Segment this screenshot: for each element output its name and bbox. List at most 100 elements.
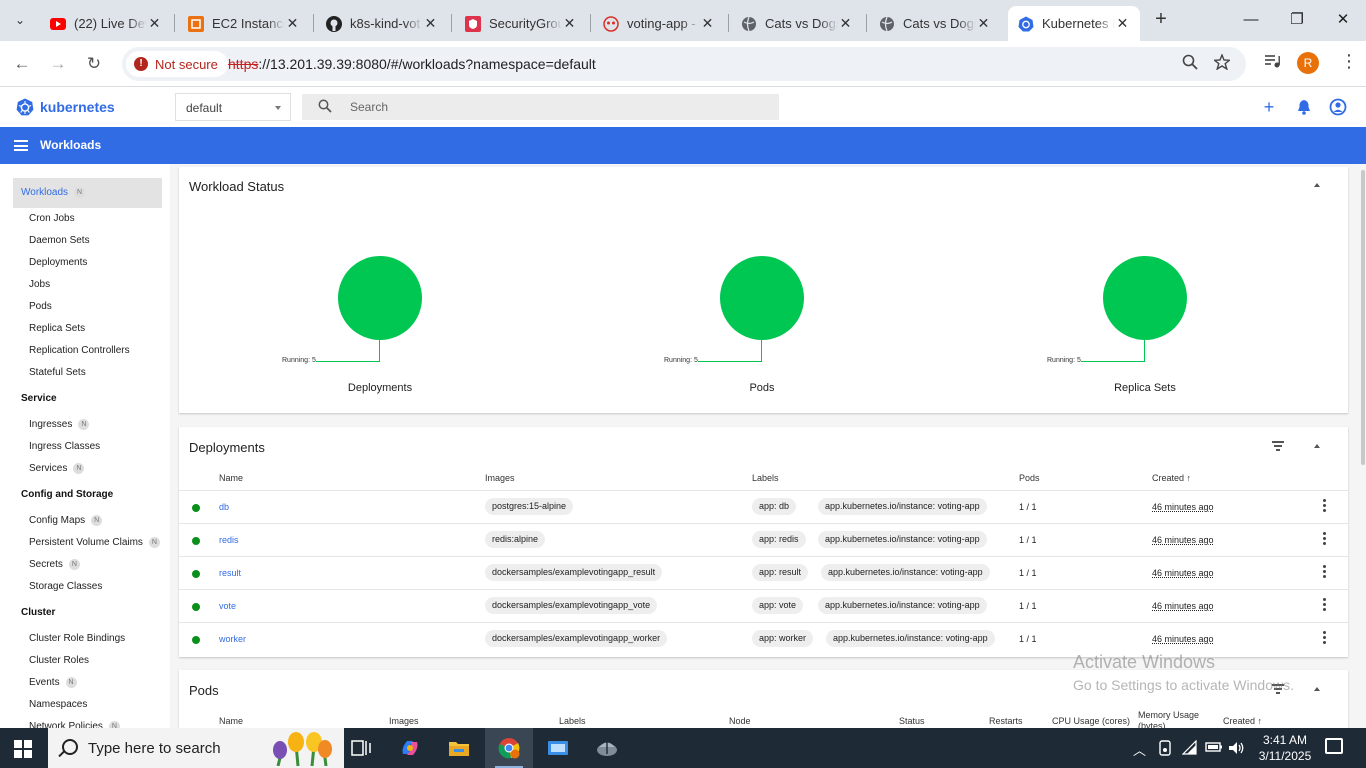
sidebar-item-replica-sets[interactable]: Replica Sets [29,323,85,334]
column-header-name[interactable]: Name [219,473,243,483]
sidebar-item-services[interactable]: Services N [29,463,85,474]
sidebar-item-secrets[interactable]: Secrets N [29,559,80,570]
sidebar-item-deployments[interactable]: Deployments [29,257,87,268]
deployments-status-chart[interactable]: Running: 5 Deployments [254,167,494,397]
deployment-name-link[interactable]: vote [219,601,236,611]
close-tab-icon[interactable]: ✕ [1115,15,1130,32]
forward-icon[interactable]: → [45,51,71,77]
notification-center-icon[interactable] [1325,738,1343,754]
row-actions-icon[interactable] [1322,499,1326,513]
hamburger-menu-icon[interactable] [14,140,28,151]
sidebar-item-cluster[interactable]: Cluster [21,607,55,618]
create-resource-icon[interactable]: + [1260,97,1278,117]
column-header-name[interactable]: Name [219,716,243,726]
collapse-icon[interactable] [1313,441,1323,451]
minimize-window-button[interactable]: — [1228,6,1274,34]
sidebar-item-daemon-sets[interactable]: Daemon Sets [29,235,90,246]
browser-tab-5[interactable]: voting-app - ✕ [593,6,725,41]
table-row[interactable]: db postgres:15-alpine app: db app.kubernete… [179,490,1348,523]
table-row[interactable]: worker dockersamples/examplevotingapp_wor… [179,622,1348,655]
sidebar-item-cluster-roles[interactable]: Cluster Roles [29,655,89,666]
close-tab-icon[interactable]: ✕ [285,15,300,32]
sidebar-item-persistent-volume-claims[interactable]: Persistent Volume Claims N [29,537,160,548]
search-input[interactable] [350,98,750,116]
sidebar-item-jobs[interactable]: Jobs [29,279,50,290]
sidebar-item-service[interactable]: Service [21,393,57,404]
pods-status-chart[interactable]: Running: 5 Pods [636,167,876,397]
browser-tab-3[interactable]: k8s-kind-vot ✕ [316,6,448,41]
filter-icon[interactable] [1272,441,1286,451]
battery-icon[interactable] [1205,740,1223,754]
table-row[interactable]: redis redis:alpine app: redis app.kubernete… [179,523,1348,556]
file-explorer-icon[interactable] [435,728,483,768]
remote-desktop-icon[interactable] [534,728,582,768]
close-tab-icon[interactable]: ✕ [838,15,853,32]
meet-now-icon[interactable] [1158,740,1172,756]
column-header-created[interactable]: Created ↑ [1223,716,1262,726]
url-text[interactable]: https://13.201.39.39:8080/#/workloads?na… [228,56,596,72]
sidebar-item-namespaces[interactable]: Namespaces [29,699,87,710]
browser-tab-6[interactable]: Cats vs Dogs ✕ [731,6,863,41]
namespace-select[interactable]: default [175,93,291,121]
browser-tab-2[interactable]: EC2 Instance ✕ [178,6,310,41]
close-tab-icon[interactable]: ✕ [423,15,438,32]
resource-search[interactable] [302,94,779,120]
show-hidden-icons-icon[interactable]: ︿ [1133,740,1146,759]
deployment-name-link[interactable]: db [219,502,229,512]
system-clock[interactable]: 3:41 AM 3/11/2025 [1255,732,1315,764]
collapse-icon[interactable] [1313,180,1323,190]
browser-tab-active[interactable]: Kubernetes D ✕ [1008,6,1140,41]
browser-tab-7[interactable]: Cats vs Dogs ✕ [869,6,1001,41]
sidebar-item-storage-classes[interactable]: Storage Classes [29,581,102,592]
account-icon[interactable] [1329,98,1347,116]
wifi-icon[interactable] [1182,740,1198,756]
row-actions-icon[interactable] [1322,598,1326,612]
sidebar-item-workloads[interactable]: Workloads N [21,187,86,198]
sidebar-item-ingresses[interactable]: Ingresses N [29,419,90,430]
reload-icon[interactable]: ↻ [81,51,107,77]
sidebar-item-cron-jobs[interactable]: Cron Jobs [29,213,75,224]
sidebar-item-pods[interactable]: Pods [29,301,52,312]
deployment-name-link[interactable]: worker [219,634,246,644]
browser-tab-4[interactable]: SecurityGrou ✕ [455,6,587,41]
more-menu-icon[interactable]: ⋮ [1340,51,1358,72]
close-tab-icon[interactable]: ✕ [562,15,577,32]
bookmark-star-icon[interactable] [1214,54,1230,70]
close-window-button[interactable]: ✕ [1320,6,1366,34]
table-row[interactable]: vote dockersamples/examplevotingapp_vote a… [179,589,1348,622]
back-icon[interactable]: ← [9,51,35,77]
profile-avatar[interactable]: R [1297,52,1319,74]
page-scrollbar[interactable] [1361,170,1365,465]
copilot-icon[interactable] [386,728,434,768]
zoom-icon[interactable] [1182,54,1198,70]
sidebar-item-stateful-sets[interactable]: Stateful Sets [29,367,86,378]
task-view-icon[interactable] [337,728,385,768]
close-tab-icon[interactable]: ✕ [147,15,162,32]
replica-sets-status-chart[interactable]: Running: 5 Replica Sets [1019,167,1259,397]
volume-icon[interactable] [1228,740,1246,756]
taskbar-search-box[interactable]: Type here to search [48,728,344,768]
notifications-bell-icon[interactable] [1295,98,1313,116]
row-actions-icon[interactable] [1322,532,1326,546]
chrome-icon[interactable] [485,728,533,768]
sidebar-item-cluster-role-bindings[interactable]: Cluster Role Bindings [29,633,125,644]
column-header-created[interactable]: Created ↑ [1152,473,1191,483]
media-control-icon[interactable] [1264,53,1282,69]
address-bar[interactable]: ! Not secure https://13.201.39.39:8080/#… [122,47,1246,81]
deployment-name-link[interactable]: result [219,568,241,578]
sidebar-item-network-policies[interactable]: Network Policies N [29,721,120,728]
tab-search-button[interactable]: ⌄ [8,8,32,32]
close-tab-icon[interactable]: ✕ [700,15,715,32]
close-tab-icon[interactable]: ✕ [976,15,991,32]
sidebar-item-events[interactable]: Events N [29,677,77,688]
sidebar-item-config-maps[interactable]: Config Maps N [29,515,103,526]
kubernetes-logo[interactable]: kubernetes [16,98,115,116]
table-row[interactable]: result dockersamples/examplevotingapp_res… [179,556,1348,589]
restore-window-button[interactable]: ❐ [1274,6,1320,34]
sidebar-item-ingress-classes[interactable]: Ingress Classes [29,441,100,452]
new-tab-button[interactable]: + [1150,8,1172,31]
security-chip[interactable]: ! Not secure [126,51,228,77]
windows-start-icon[interactable] [14,740,32,758]
row-actions-icon[interactable] [1322,565,1326,579]
sidebar-item-config-and-storage[interactable]: Config and Storage [21,489,113,500]
